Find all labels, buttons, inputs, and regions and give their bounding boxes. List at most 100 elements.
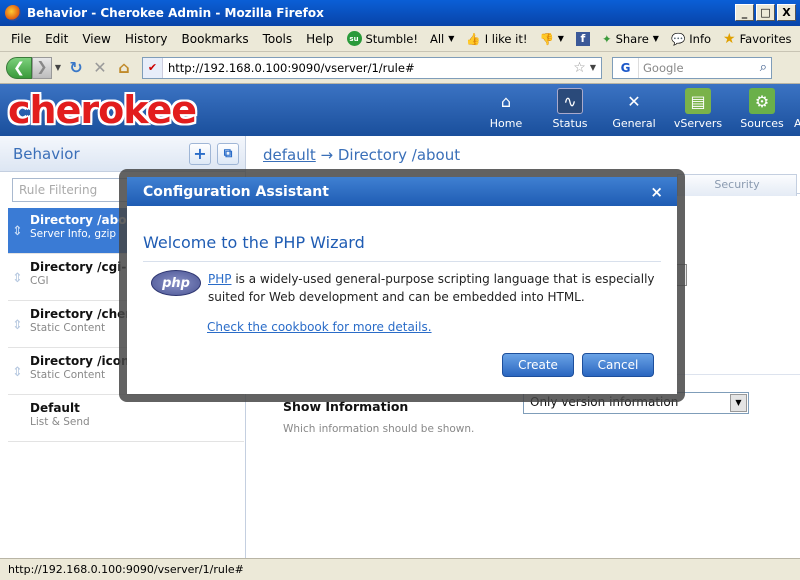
navigation-toolbar: ❮ ❯ ▼ ↻ ✕ ⌂ ✔ http://192.168.0.100:9090/… — [0, 52, 800, 84]
wizard-divider — [143, 261, 661, 262]
search-icon[interactable]: ⌕ — [760, 60, 767, 75]
facebook-icon: f — [575, 31, 590, 46]
window-title: Behavior - Cherokee Admin - Mozilla Fire… — [27, 6, 324, 20]
status-icon: ∿ — [557, 88, 583, 114]
menu-file[interactable]: File — [4, 32, 38, 46]
dialog-title: Configuration Assistant — [143, 183, 329, 200]
drag-handle-icon[interactable]: ⇕ — [12, 365, 23, 380]
nav-advanced-label: Ad — [794, 117, 800, 130]
php-logo-icon: php — [151, 270, 201, 296]
configuration-assistant-dialog: Configuration Assistant × Welcome to the… — [127, 177, 677, 394]
menu-bar: File Edit View History Bookmarks Tools H… — [0, 26, 800, 52]
search-placeholder[interactable]: Google — [643, 61, 760, 75]
menu-help[interactable]: Help — [299, 32, 340, 46]
speech-bubble-icon: 💬 — [670, 31, 686, 46]
app-header: cherokee ⌂ Home ∿ Status ✕ General ▤ vSe… — [0, 84, 800, 136]
url-text[interactable]: http://192.168.0.100:9090/vserver/1/rule… — [168, 61, 573, 75]
menu-view[interactable]: View — [75, 32, 117, 46]
rule-subtitle: List & Send — [30, 416, 90, 428]
chevron-down-icon: ▼ — [557, 34, 564, 43]
info-button[interactable]: 💬 Info — [665, 32, 717, 46]
bookmark-star-icon[interactable]: ☆ — [573, 60, 586, 76]
tools-icon: ✕ — [627, 91, 641, 111]
info-label: Info — [689, 31, 712, 46]
nav-status-label: Status — [552, 117, 588, 130]
nav-advanced[interactable]: Ad — [794, 88, 800, 130]
close-icon[interactable]: × — [650, 183, 663, 201]
home-icon: ⌂ — [500, 91, 512, 111]
tab-security[interactable]: Security — [677, 174, 797, 196]
home-icon[interactable]: ⌂ — [112, 58, 136, 77]
stop-icon[interactable]: ✕ — [88, 58, 112, 77]
breadcrumb: default → Directory /about — [263, 146, 460, 164]
firefox-icon — [5, 5, 21, 21]
share-icon: ✦ — [601, 31, 612, 46]
history-dropdown-icon[interactable]: ▼ — [52, 63, 64, 72]
menu-tools[interactable]: Tools — [256, 32, 300, 46]
menu-bookmarks[interactable]: Bookmarks — [175, 32, 256, 46]
rule-title: Default — [30, 401, 80, 415]
stumble-label: Stumble! — [365, 31, 418, 46]
nav-sources[interactable]: ⚙ Sources — [730, 88, 794, 130]
reload-icon[interactable]: ↻ — [64, 58, 88, 77]
forward-button[interactable]: ❯ — [32, 56, 52, 79]
nav-general[interactable]: ✕ General — [602, 88, 666, 131]
sources-icon: ⚙ — [749, 88, 775, 114]
nav-vservers-label: vServers — [673, 117, 723, 130]
search-box[interactable]: G Google ⌕ — [612, 56, 772, 79]
drag-handle-icon[interactable]: ⇕ — [12, 271, 23, 286]
favorites-button[interactable]: ★ Favorites — [717, 31, 798, 47]
back-button[interactable]: ❮ — [6, 56, 32, 79]
rule-item[interactable]: Default List & Send — [8, 396, 244, 442]
clone-rule-button[interactable]: ⧉ — [217, 142, 239, 165]
add-rule-button[interactable]: + — [189, 142, 211, 165]
cookbook-link[interactable]: Check the cookbook for more details. — [207, 320, 432, 334]
facebook-button[interactable]: f — [570, 31, 596, 46]
dislike-button[interactable]: 👎 ▼ — [533, 32, 569, 46]
chevron-down-icon[interactable]: ▼ — [730, 394, 747, 412]
nav-sources-label: Sources — [740, 117, 784, 130]
thumbs-down-icon: 👎 — [539, 31, 554, 46]
stumble-button[interactable]: su Stumble! — [341, 31, 424, 46]
vservers-icon: ▤ — [685, 88, 711, 114]
stumbleupon-icon: su — [346, 31, 362, 46]
maximize-button[interactable]: □ — [756, 4, 775, 21]
chevron-down-icon: ▼ — [448, 34, 455, 43]
dialog-header: Configuration Assistant × — [127, 177, 677, 206]
nav-status[interactable]: ∿ Status — [538, 88, 602, 130]
google-icon[interactable]: G — [613, 57, 639, 78]
all-dropdown[interactable]: All ▼ — [424, 32, 460, 46]
share-button[interactable]: ✦ Share ▼ — [596, 32, 665, 46]
url-dropdown-icon[interactable]: ▼ — [590, 63, 596, 72]
show-information-hint: Which information should be shown. — [283, 423, 475, 435]
favorites-label: Favorites — [739, 31, 792, 46]
create-button[interactable]: Create — [502, 353, 574, 377]
nav-home-label: Home — [489, 117, 523, 130]
all-label: All — [429, 31, 445, 46]
url-bar[interactable]: ✔ http://192.168.0.100:9090/vserver/1/ru… — [142, 56, 602, 79]
nav-vservers[interactable]: ▤ vServers — [666, 88, 730, 130]
sidebar-header: Behavior + ⧉ — [0, 136, 245, 172]
sidebar-title: Behavior — [13, 144, 80, 163]
minimize-button[interactable]: _ — [735, 4, 754, 21]
wizard-heading: Welcome to the PHP Wizard — [143, 233, 365, 252]
close-window-button[interactable]: X — [777, 4, 796, 21]
wizard-description: PHP is a widely-used general-purpose scr… — [208, 270, 658, 306]
php-link[interactable]: PHP — [208, 272, 232, 286]
ilike-label: I like it! — [484, 31, 528, 46]
wizard-description-text: is a widely-used general-purpose scripti… — [208, 272, 655, 304]
top-navigation: ⌂ Home ∿ Status ✕ General ▤ vServers ⚙ S… — [474, 88, 800, 130]
status-bar: http://192.168.0.100:9090/vserver/1/rule… — [0, 558, 800, 580]
drag-handle-icon[interactable]: ⇕ — [12, 224, 23, 239]
drag-handle-icon[interactable]: ⇕ — [12, 318, 23, 333]
breadcrumb-default-link[interactable]: default — [263, 146, 316, 164]
nav-home[interactable]: ⌂ Home — [474, 88, 538, 131]
menu-history[interactable]: History — [118, 32, 175, 46]
window-titlebar: Behavior - Cherokee Admin - Mozilla Fire… — [0, 0, 800, 26]
share-label: Share — [615, 31, 649, 46]
cherokee-logo: cherokee — [8, 88, 197, 132]
cancel-button[interactable]: Cancel — [582, 353, 654, 377]
menu-edit[interactable]: Edit — [38, 32, 75, 46]
ilike-button[interactable]: 👍 I like it! — [460, 32, 533, 46]
star-icon: ★ — [723, 30, 736, 47]
